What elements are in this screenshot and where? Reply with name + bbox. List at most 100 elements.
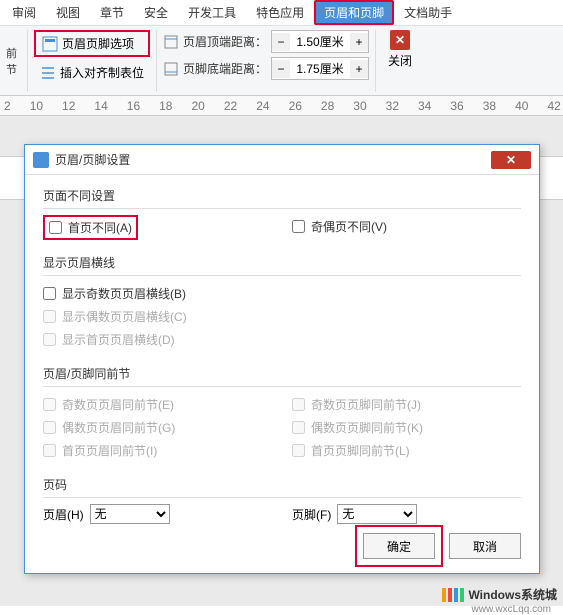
show-even-header-line-label: 显示偶数页页眉横线(C) bbox=[62, 308, 187, 325]
menu-special[interactable]: 特色应用 bbox=[246, 0, 314, 25]
first-page-diff-label: 首页不同(A) bbox=[68, 219, 132, 236]
horizontal-ruler[interactable]: 2 10 12 14 16 18 20 22 24 26 28 30 32 34… bbox=[0, 96, 563, 116]
ruler-tick: 20 bbox=[191, 99, 204, 113]
odd-header-same-prev-input bbox=[43, 398, 56, 411]
footer-page-num-select[interactable]: 无 bbox=[337, 504, 417, 524]
menu-review[interactable]: 审阅 bbox=[2, 0, 46, 25]
show-even-header-line-checkbox: 显示偶数页页眉横线(C) bbox=[43, 305, 521, 328]
header-footer-options-button[interactable]: 页眉页脚选项 bbox=[34, 30, 150, 57]
watermark-url: www.wxcLqq.com bbox=[472, 604, 551, 615]
dialog-body: 页面不同设置 首页不同(A) 奇偶页不同(V) 显示页眉横线 bbox=[25, 175, 539, 550]
header-page-num-label: 页眉(H) bbox=[43, 506, 84, 523]
footer-bottom-margin-label: 页脚底端距离： bbox=[183, 60, 267, 77]
header-top-margin-spinner[interactable]: − 1.50厘米 + bbox=[271, 30, 369, 53]
options-icon bbox=[42, 36, 58, 52]
menu-view[interactable]: 视图 bbox=[46, 0, 90, 25]
menu-chapter[interactable]: 章节 bbox=[90, 0, 134, 25]
ruler-tick: 26 bbox=[289, 99, 302, 113]
first-page-diff-checkbox[interactable]: 首页不同(A) bbox=[43, 215, 138, 240]
even-header-same-prev-label: 偶数页页眉同前节(G) bbox=[62, 419, 175, 436]
menubar: 审阅 视图 章节 安全 开发工具 特色应用 页眉和页脚 文档助手 bbox=[0, 0, 563, 26]
odd-footer-same-prev-checkbox: 奇数页页脚同前节(J) bbox=[292, 393, 521, 416]
ruler-tick: 18 bbox=[159, 99, 172, 113]
first-page-diff-input[interactable] bbox=[49, 221, 62, 234]
first-footer-same-prev-checkbox: 首页页脚同前节(L) bbox=[292, 439, 521, 462]
first-header-same-prev-label: 首页页眉同前节(I) bbox=[62, 442, 157, 459]
close-header-footer-button[interactable]: ✕ bbox=[390, 30, 410, 50]
insert-align-tab-button[interactable]: 插入对齐制表位 bbox=[34, 61, 150, 84]
ruler-tick: 22 bbox=[224, 99, 237, 113]
header-margin-decrease[interactable]: − bbox=[272, 33, 290, 51]
watermark-logo-icon bbox=[442, 588, 464, 602]
footer-margin-icon bbox=[163, 61, 179, 77]
odd-even-diff-checkbox[interactable]: 奇偶页不同(V) bbox=[292, 215, 521, 238]
odd-header-same-prev-label: 奇数页页眉同前节(E) bbox=[62, 396, 174, 413]
ruler-tick: 30 bbox=[353, 99, 366, 113]
footer-bottom-margin-row: 页脚底端距离： − 1.75厘米 + bbox=[163, 57, 369, 80]
dialog-titlebar[interactable]: 页眉/页脚设置 ✕ bbox=[25, 145, 539, 175]
ruler-tick: 14 bbox=[94, 99, 107, 113]
ok-button[interactable]: 确定 bbox=[363, 533, 435, 559]
show-odd-header-line-input[interactable] bbox=[43, 287, 56, 300]
footer-margin-increase[interactable]: + bbox=[350, 60, 368, 78]
footer-margin-decrease[interactable]: − bbox=[272, 60, 290, 78]
first-header-same-prev-input bbox=[43, 444, 56, 457]
ruler-tick: 16 bbox=[127, 99, 140, 113]
menu-doc-assistant[interactable]: 文档助手 bbox=[394, 0, 462, 25]
ruler-tick: 24 bbox=[256, 99, 269, 113]
watermark-brand: Windows系统城 bbox=[468, 586, 557, 603]
insert-align-tab-label: 插入对齐制表位 bbox=[60, 64, 144, 81]
odd-even-diff-input[interactable] bbox=[292, 220, 305, 233]
ruler-tick: 12 bbox=[62, 99, 75, 113]
close-label: 关闭 bbox=[388, 52, 412, 69]
section-same-prev: 页眉/页脚同前节 奇数页页眉同前节(E) 偶数页页眉同前节(G) 首页页眉同前节… bbox=[43, 365, 521, 462]
header-margin-icon bbox=[163, 34, 179, 50]
show-even-header-line-input bbox=[43, 310, 56, 323]
show-odd-header-line-label: 显示奇数页页眉横线(B) bbox=[62, 285, 186, 302]
first-footer-same-prev-label: 首页页脚同前节(L) bbox=[311, 442, 410, 459]
show-odd-header-line-checkbox[interactable]: 显示奇数页页眉横线(B) bbox=[43, 282, 521, 305]
header-page-num-select[interactable]: 无 bbox=[90, 504, 170, 524]
ruler-tick: 40 bbox=[515, 99, 528, 113]
section-header-line: 显示页眉横线 显示奇数页页眉横线(B) 显示偶数页页眉横线(C) 显示首页页眉横… bbox=[43, 254, 521, 351]
even-header-same-prev-checkbox: 偶数页页眉同前节(G) bbox=[43, 416, 272, 439]
odd-footer-same-prev-input bbox=[292, 398, 305, 411]
menu-header-footer[interactable]: 页眉和页脚 bbox=[314, 0, 394, 25]
ruler-tick: 28 bbox=[321, 99, 334, 113]
header-top-margin-row: 页眉顶端距离： − 1.50厘米 + bbox=[163, 30, 369, 53]
menu-devtools[interactable]: 开发工具 bbox=[178, 0, 246, 25]
footer-margin-value: 1.75厘米 bbox=[290, 58, 350, 79]
ruler-tick: 10 bbox=[30, 99, 43, 113]
cancel-button[interactable]: 取消 bbox=[449, 533, 521, 559]
show-first-header-line-checkbox: 显示首页页眉横线(D) bbox=[43, 328, 521, 351]
section-same-prev-title: 页眉/页脚同前节 bbox=[43, 365, 521, 387]
even-footer-same-prev-input bbox=[292, 421, 305, 434]
menu-security[interactable]: 安全 bbox=[134, 0, 178, 25]
ribbon-toolbar: 前节 页眉页脚选项 插入对齐制表位 页眉顶端距离： − 1.50厘米 + bbox=[0, 26, 563, 96]
section-page-number-title: 页码 bbox=[43, 476, 521, 498]
prev-section-label: 前节 bbox=[6, 45, 21, 77]
ruler-tick: 38 bbox=[483, 99, 496, 113]
ruler-tick: 34 bbox=[418, 99, 431, 113]
header-margin-value: 1.50厘米 bbox=[290, 31, 350, 52]
section-page-number: 页码 页眉(H) 无 页脚(F) 无 bbox=[43, 476, 521, 524]
section-header-line-title: 显示页眉横线 bbox=[43, 254, 521, 276]
header-margin-increase[interactable]: + bbox=[350, 33, 368, 51]
close-header-footer-group: ✕ 关闭 bbox=[376, 30, 424, 69]
app-logo-icon bbox=[33, 152, 49, 168]
ruler-tick: 2 bbox=[4, 99, 11, 113]
dialog-title: 页眉/页脚设置 bbox=[55, 151, 491, 168]
header-top-margin-label: 页眉顶端距离： bbox=[183, 33, 267, 50]
odd-footer-same-prev-label: 奇数页页脚同前节(J) bbox=[311, 396, 421, 413]
odd-header-same-prev-checkbox: 奇数页页眉同前节(E) bbox=[43, 393, 272, 416]
dialog-close-button[interactable]: ✕ bbox=[491, 151, 531, 169]
footer-bottom-margin-spinner[interactable]: − 1.75厘米 + bbox=[271, 57, 369, 80]
ruler-tick: 36 bbox=[450, 99, 463, 113]
header-footer-options-label: 页眉页脚选项 bbox=[62, 35, 134, 52]
ruler-tick: 32 bbox=[386, 99, 399, 113]
section-page-diff: 页面不同设置 首页不同(A) 奇偶页不同(V) bbox=[43, 187, 521, 240]
dialog-button-row: 确定 取消 bbox=[363, 533, 521, 559]
odd-even-diff-label: 奇偶页不同(V) bbox=[311, 218, 387, 235]
align-tab-icon bbox=[40, 65, 56, 81]
watermark: Windows系统城 www.wxcLqq.com bbox=[442, 586, 557, 603]
